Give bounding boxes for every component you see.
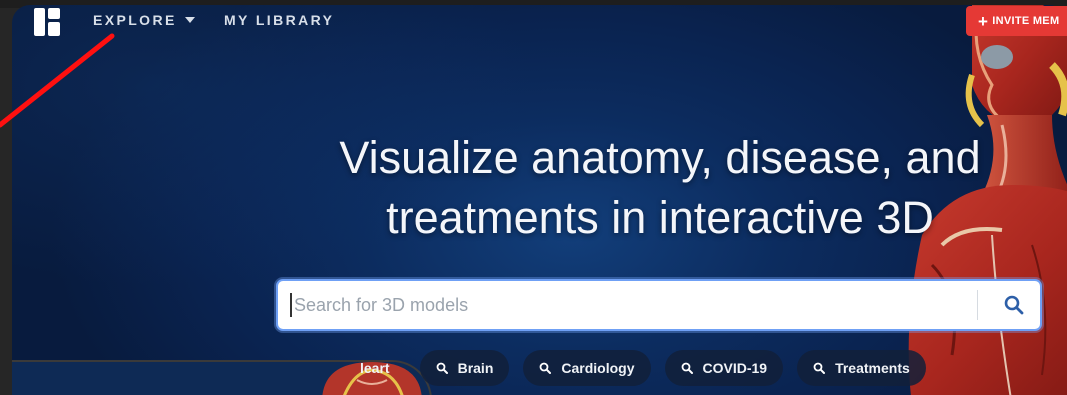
chip-treatments[interactable]: Treatments	[797, 350, 926, 386]
caret-down-icon	[184, 17, 195, 23]
chip-label: Treatments	[835, 360, 910, 376]
search-button[interactable]	[994, 285, 1034, 325]
chip-label: leart	[360, 360, 390, 376]
annotation-arrow	[0, 33, 115, 128]
nav-explore-label: EXPLORE	[93, 12, 177, 28]
headline-line-1: Visualize anatomy, disease, and	[339, 132, 981, 183]
search-icon	[539, 362, 552, 374]
search-input[interactable]	[290, 293, 977, 317]
chip-label: Brain	[457, 360, 494, 376]
plus-icon: +	[978, 11, 989, 31]
chip-cardiology[interactable]: Cardiology	[523, 350, 651, 386]
chip-label: COVID-19	[702, 360, 768, 376]
nav-my-library[interactable]: MY LIBRARY	[224, 12, 334, 28]
suggestion-chips: leart Brain Cardiology COVID-19 Treatmen…	[360, 350, 926, 386]
nav-explore[interactable]: EXPLORE	[93, 12, 195, 28]
chip-covid-19[interactable]: COVID-19	[664, 350, 784, 386]
search-icon	[813, 362, 826, 374]
invite-label: INVITE MEM	[992, 15, 1060, 27]
invite-members-button[interactable]: + INVITE MEM	[966, 6, 1067, 36]
search-icon	[436, 362, 448, 374]
search-divider	[977, 290, 978, 320]
headline-line-2: treatments in interactive 3D	[386, 192, 934, 243]
chip-brain[interactable]: Brain	[419, 350, 510, 386]
chip-label: Cardiology	[561, 360, 635, 376]
chip-heart[interactable]: leart	[360, 350, 406, 386]
search-icon	[1004, 295, 1024, 315]
page-title: Visualize anatomy, disease, and treatmen…	[280, 128, 1040, 248]
search-icon	[681, 362, 693, 374]
search-bar	[276, 279, 1042, 331]
